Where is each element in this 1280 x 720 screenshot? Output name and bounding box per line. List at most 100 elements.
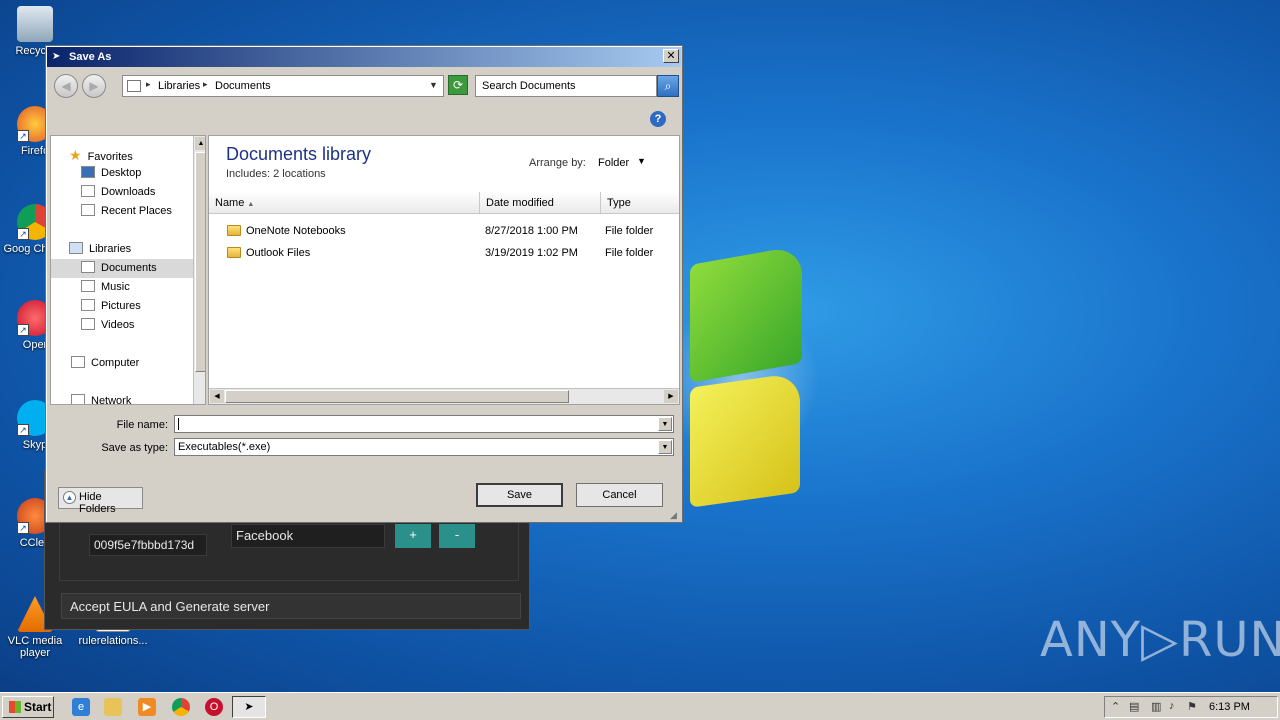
nav-recent-places[interactable]: Recent Places	[81, 204, 172, 217]
cancel-button[interactable]: Cancel	[576, 483, 663, 507]
nav-videos[interactable]: Videos	[81, 318, 134, 331]
scroll-thumb[interactable]	[225, 390, 569, 403]
shortcut-arrow-icon: ↗	[17, 130, 29, 142]
library-icon	[127, 80, 141, 92]
taskbar-active-app[interactable]: ➤	[232, 696, 266, 718]
nav-label: Favorites	[87, 151, 133, 163]
scroll-left-icon[interactable]: ◀	[210, 390, 224, 403]
nav-libraries[interactable]: Libraries	[69, 242, 131, 255]
breadcrumb-libraries[interactable]: Libraries	[158, 80, 200, 92]
music-icon	[81, 280, 95, 292]
nav-music[interactable]: Music	[81, 280, 130, 293]
nav-label: Downloads	[101, 186, 156, 198]
internet-explorer-icon[interactable]: e	[72, 698, 90, 716]
library-locations-link[interactable]: 2 locations	[273, 168, 326, 180]
nav-computer[interactable]: Computer	[71, 356, 139, 369]
close-button[interactable]: ✕	[663, 49, 679, 63]
search-input[interactable]: Search Documents	[475, 75, 657, 97]
column-name[interactable]: Name ▲	[209, 192, 480, 214]
hide-folders-button[interactable]: ▲ Hide Folders	[58, 487, 143, 515]
scroll-thumb[interactable]	[195, 152, 205, 372]
column-label: Name	[215, 197, 245, 209]
network-icon[interactable]: ▥	[1151, 700, 1161, 713]
arrange-by-label: Arrange by:	[529, 157, 586, 169]
forward-button[interactable]: ▶	[82, 74, 106, 98]
library-includes-label: Includes:	[226, 168, 271, 180]
nav-label: Computer	[91, 357, 140, 369]
dialog-titlebar[interactable]: ➤ Save As ✕	[47, 47, 681, 67]
back-button[interactable]: ◀	[54, 74, 78, 98]
file-name-input[interactable]: ​ ▼	[174, 415, 674, 433]
taskbar: Start e ▶ O ➤ ⌃ ▤ ▥ ♪ ⚑ 6:13 PM	[0, 692, 1280, 720]
opera-icon[interactable]: O	[205, 698, 223, 716]
nav-pictures[interactable]: Pictures	[81, 299, 141, 312]
chevron-down-icon[interactable]: ▼	[658, 440, 672, 454]
file-row[interactable]: Outlook Files 3/19/2019 1:02 PM File fol…	[209, 243, 679, 263]
breadcrumb-arrow-icon: ▸	[146, 79, 151, 89]
nav-favorites[interactable]: ★ Favorites	[69, 147, 133, 164]
nav-downloads[interactable]: Downloads	[81, 185, 155, 198]
file-row[interactable]: OneNote Notebooks 8/27/2018 1:00 PM File…	[209, 221, 679, 241]
folder-icon	[227, 225, 241, 236]
videos-icon	[81, 318, 95, 330]
library-title: Documents library	[226, 144, 372, 164]
address-bar[interactable]: ▸ Libraries ▸ Documents ▼	[122, 75, 444, 97]
address-dropdown-icon[interactable]: ▼	[429, 80, 438, 90]
dialog-title: Save As	[69, 51, 112, 63]
site-field[interactable]: Facebook	[231, 524, 385, 548]
shortcut-arrow-icon: ↗	[17, 424, 29, 436]
desktop-icon-label: VLC media player	[7, 635, 63, 659]
start-button[interactable]: Start	[2, 696, 54, 718]
file-explorer-icon[interactable]	[104, 698, 122, 716]
library-includes: Includes: 2 locations	[226, 168, 326, 180]
windows-logo-green	[690, 245, 802, 383]
file-date: 8/27/2018 1:00 PM	[485, 225, 578, 237]
remove-button[interactable]: -	[439, 524, 475, 548]
navigation-scrollbar[interactable]: ▲	[193, 136, 205, 404]
help-icon[interactable]: ?	[650, 111, 666, 127]
chrome-icon[interactable]	[172, 698, 190, 716]
nav-network[interactable]: Network	[71, 394, 131, 404]
show-hidden-icons-icon[interactable]: ⌃	[1111, 700, 1120, 713]
chevron-down-icon[interactable]: ▼	[637, 156, 646, 166]
refresh-button[interactable]: ⟳	[448, 75, 468, 95]
resize-grip-icon[interactable]: ◢	[670, 510, 680, 520]
accept-eula-button[interactable]: Accept EULA and Generate server	[61, 593, 521, 619]
key-field[interactable]: 009f5e7fbbbd173d	[89, 534, 207, 556]
nav-label: Music	[101, 281, 130, 293]
nav-label: Pictures	[101, 300, 141, 312]
save-as-type-label: Save as type:	[101, 442, 168, 454]
navigation-bar: ◀ ▶ ▸ Libraries ▸ Documents ▼ ⟳ Search D…	[50, 72, 680, 100]
save-button[interactable]: Save	[476, 483, 563, 507]
action-center-flag-icon[interactable]: ⚑	[1187, 700, 1197, 713]
hide-folders-label: Hide Folders	[79, 491, 116, 515]
nav-label: Recent Places	[101, 205, 172, 217]
app-icon: ➤	[244, 701, 254, 713]
save-as-type-select[interactable]: Executables(*.exe) ▼	[174, 438, 674, 456]
add-button[interactable]: +	[395, 524, 431, 548]
documents-icon	[81, 261, 95, 273]
file-date: 3/19/2019 1:02 PM	[485, 247, 578, 259]
file-name: Outlook Files	[246, 247, 311, 259]
search-icon[interactable]: ⌕	[657, 75, 679, 97]
file-list-scrollbar[interactable]: ◀ ▶	[209, 388, 679, 404]
media-player-icon[interactable]: ▶	[138, 698, 156, 716]
volume-icon[interactable]: ♪	[1169, 700, 1175, 712]
scroll-up-icon[interactable]: ▲	[195, 137, 205, 150]
arrange-by-dropdown[interactable]: Folder	[598, 157, 629, 169]
windows-flag-icon	[9, 701, 21, 713]
column-date-modified[interactable]: Date modified	[480, 192, 601, 214]
recycle-bin-icon	[17, 6, 53, 42]
scroll-right-icon[interactable]: ▶	[664, 390, 678, 403]
save-as-dialog: ➤ Save As ✕ ◀ ▶ ▸ Libraries ▸ Documents …	[45, 45, 683, 523]
nav-desktop[interactable]: Desktop	[81, 166, 141, 179]
breadcrumb-documents[interactable]: Documents	[215, 80, 271, 92]
file-name-label: File name:	[116, 419, 168, 431]
column-type[interactable]: Type	[601, 192, 679, 214]
nav-documents[interactable]: Documents	[51, 259, 193, 278]
shortcut-arrow-icon: ↗	[17, 324, 29, 336]
chevron-down-icon[interactable]: ▼	[658, 417, 672, 431]
clock[interactable]: 6:13 PM	[1209, 701, 1250, 713]
keyboard-icon[interactable]: ▤	[1129, 700, 1139, 713]
start-label: Start	[24, 700, 52, 714]
